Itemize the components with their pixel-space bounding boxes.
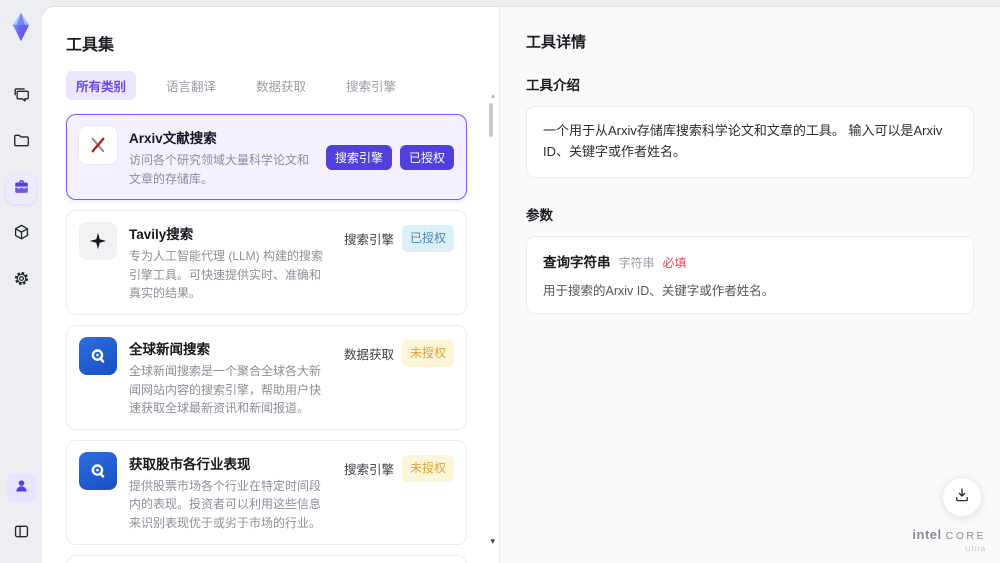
tool-list-panel: 工具集 所有类别 语言翻译 数据获取 搜索引擎 Arxiv文献搜索 访问各个研究… [42, 7, 500, 563]
tool-card-arxiv[interactable]: Arxiv文献搜索 访问各个研究领域大量科学论文和文章的存储库。 搜索引擎 已授… [66, 114, 467, 201]
params-heading: 参数 [526, 207, 553, 223]
status-badge: 未授权 [401, 454, 454, 482]
tool-intro-text: 一个用于从Arxiv存储库搜索科学论文和文章的工具。 输入可以是Arxiv ID… [526, 106, 974, 178]
sidebar-item-collapse[interactable] [6, 519, 36, 549]
tool-card-global-news[interactable]: 全球新闻搜索 全球新闻搜索是一个聚合全球各大新闻网站内容的搜索引擎，帮助用户快速… [66, 324, 467, 430]
core-brand-text: CORE [945, 530, 986, 543]
tool-details-panel: 工具详情 工具介绍 一个用于从Arxiv存储库搜索科学论文和文章的工具。 输入可… [500, 7, 1000, 563]
tool-card-active-stocks[interactable]: 获取市场最活跃股票信息 提供当天交易量最高的股票列表。投资者可以利用这些信息来识… [66, 554, 467, 563]
category-badge: 搜索引擎 [325, 144, 392, 170]
param-name: 查询字符串 [543, 254, 611, 270]
status-badge: 未授权 [401, 339, 454, 367]
tool-title: 获取股市各行业表现 [129, 456, 251, 472]
parameter-card: 查询字符串 字符串 必填 用于搜索的Arxiv ID、关键字或作者姓名。 [526, 235, 974, 314]
tab-data-fetch[interactable]: 数据获取 [246, 71, 316, 100]
gear-icon [12, 269, 31, 293]
scroll-down-icon[interactable]: ▾ [490, 536, 495, 547]
param-desc: 用于搜索的Arxiv ID、关键字或作者姓名。 [543, 283, 775, 298]
chat-icon [12, 85, 31, 109]
panel-toggle-icon [12, 522, 31, 546]
cube-icon [12, 223, 31, 247]
sidebar-rail [0, 0, 42, 563]
tool-title: Tavily搜索 [129, 227, 194, 243]
page-title: 工具集 [66, 37, 115, 54]
details-title: 工具详情 [526, 34, 587, 51]
param-type: 字符串 [618, 255, 655, 270]
tool-card-sector-performance[interactable]: 获取股市各行业表现 提供股票市场各个行业在特定时间段内的表现。投资者可以利用这些… [66, 439, 467, 545]
intro-heading: 工具介绍 [526, 78, 580, 93]
tab-all-categories[interactable]: 所有类别 [66, 71, 137, 100]
tool-card-list: Arxiv文献搜索 访问各个研究领域大量科学论文和文章的存储库。 搜索引擎 已授… [66, 114, 477, 563]
tab-search-engine[interactable]: 搜索引擎 [336, 71, 406, 100]
ultra-brand-text: Ultra [965, 543, 986, 553]
sidebar-item-profile[interactable] [6, 473, 36, 503]
scroll-up-icon[interactable]: ▴ [491, 91, 495, 100]
scrollbar-thumb[interactable] [489, 103, 493, 137]
app-logo [7, 12, 35, 42]
news-globe-icon [79, 336, 117, 375]
user-icon [12, 476, 31, 500]
tool-card-tavily[interactable]: Tavily搜索 专为人工智能代理 (LLM) 构建的搜索引擎工具。可快速提供实… [66, 210, 467, 315]
category-label: 搜索引擎 [343, 462, 394, 477]
arxiv-chi-icon [79, 126, 117, 164]
sidebar-item-tools[interactable] [6, 174, 36, 204]
toolbox-icon [12, 177, 31, 201]
tool-desc: 访问各个研究领域大量科学论文和文章的存储库。 [129, 153, 310, 186]
main-content: 工具集 所有类别 语言翻译 数据获取 搜索引擎 Arxiv文献搜索 访问各个研究… [42, 7, 1000, 563]
intel-brand-text: intel [912, 527, 942, 543]
category-label: 搜索引擎 [343, 233, 394, 248]
tool-desc: 提供股票市场各个行业在特定时间段内的表现。投资者可以利用这些信息来识别表现优于或… [129, 478, 322, 530]
category-tabs: 所有类别 语言翻译 数据获取 搜索引擎 [66, 71, 477, 100]
download-button[interactable] [942, 477, 982, 517]
param-required-badge: 必填 [662, 255, 687, 270]
folder-icon [12, 131, 31, 155]
sidebar-item-packages[interactable] [6, 220, 36, 250]
intel-core-logo: intel CORE Ultra [912, 526, 986, 553]
tavily-sparkle-icon [79, 222, 117, 261]
sidebar-item-chat[interactable] [6, 82, 36, 112]
news-globe-icon [79, 451, 117, 490]
status-badge: 已授权 [401, 225, 454, 253]
tool-desc: 专为人工智能代理 (LLM) 构建的搜索引擎工具。可快速提供实时、准确和真实的结… [129, 249, 324, 301]
list-scrollbar[interactable]: ▴ ▾ [487, 91, 495, 557]
category-label: 数据获取 [343, 347, 394, 362]
tool-title: 全球新闻搜索 [129, 341, 210, 357]
download-icon [953, 486, 971, 509]
tool-title: Arxiv文献搜索 [129, 131, 217, 146]
tool-desc: 全球新闻搜索是一个聚合全球各大新闻网站内容的搜索引擎，帮助用户快速获取全球最新资… [129, 363, 322, 416]
sidebar-item-settings[interactable] [6, 266, 36, 296]
status-badge: 已授权 [399, 144, 454, 170]
sidebar-item-files[interactable] [6, 128, 36, 158]
tab-language-translation[interactable]: 语言翻译 [156, 71, 226, 100]
